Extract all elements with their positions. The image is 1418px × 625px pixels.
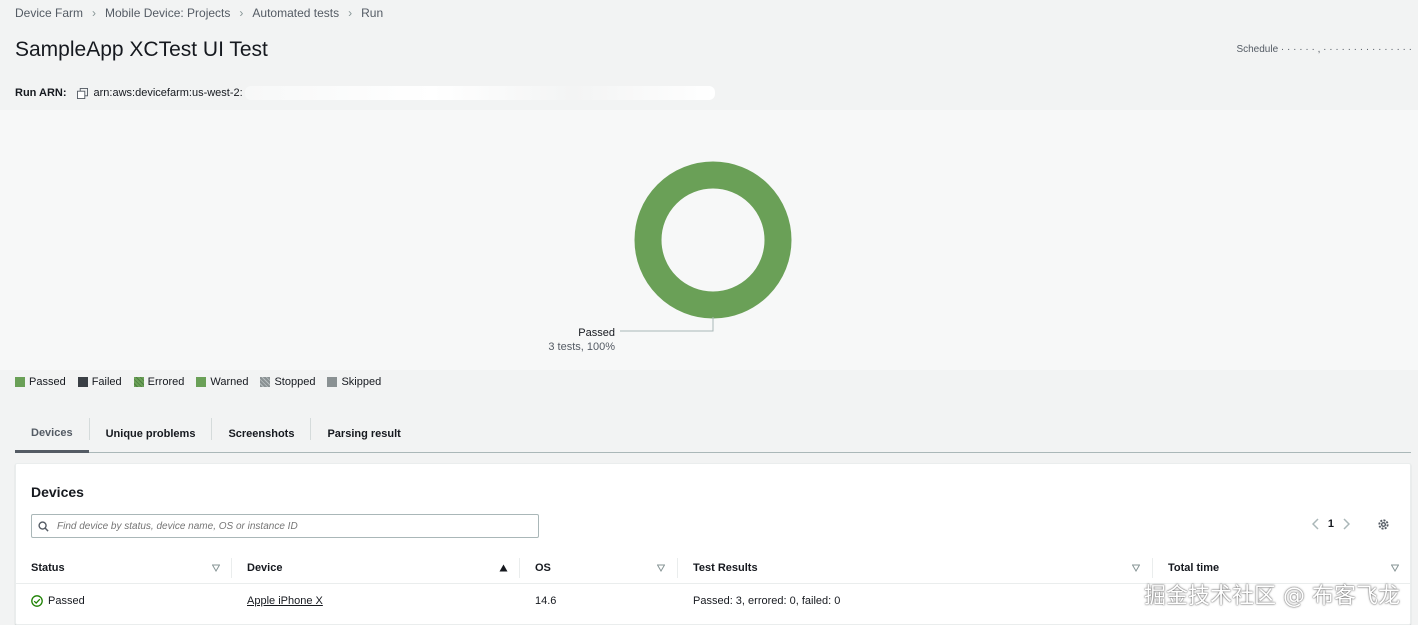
page-title: SampleApp XCTest UI Test	[15, 38, 268, 61]
pagination: 1	[1311, 518, 1350, 530]
column-divider	[231, 558, 232, 578]
legend-label: Failed	[91, 376, 122, 388]
chevron-right-icon: ›	[239, 6, 244, 20]
schedule-info: Schedule · · · · · · , · · · · · · · · ·…	[1236, 44, 1412, 55]
results-tabs: Devices Unique problems Screenshots Pars…	[15, 416, 1411, 453]
tab-parsing-result[interactable]: Parsing result	[311, 416, 416, 452]
column-status[interactable]: Status	[31, 552, 65, 584]
legend-item-warned[interactable]: Warned	[196, 376, 248, 388]
column-divider	[677, 558, 678, 578]
donut-leader-line	[620, 317, 714, 332]
chevron-right-icon: ›	[348, 6, 353, 20]
legend-item-failed[interactable]: Failed	[77, 376, 122, 388]
device-search-box[interactable]	[31, 514, 539, 538]
os-cell: 14.6	[535, 595, 557, 607]
results-cell: Passed: 3, errored: 0, failed: 0	[693, 595, 841, 607]
column-os[interactable]: OS	[535, 552, 551, 584]
legend-item-passed[interactable]: Passed	[15, 376, 66, 388]
legend-item-errored[interactable]: Errored	[133, 376, 185, 388]
filter-caret-icon[interactable]	[1132, 564, 1140, 572]
status-text: Passed	[48, 595, 85, 607]
donut-label: Passed	[578, 327, 615, 339]
chevron-right-icon[interactable]	[1342, 518, 1350, 530]
column-divider	[519, 558, 520, 578]
breadcrumb-projects[interactable]: Mobile Device: Projects	[105, 6, 230, 20]
column-device[interactable]: Device	[247, 552, 282, 584]
legend-label: Warned	[210, 376, 249, 388]
tab-devices[interactable]: Devices	[15, 416, 89, 453]
donut-passed-slice[interactable]	[634, 161, 792, 319]
column-test-results[interactable]: Test Results	[693, 552, 758, 584]
filter-caret-icon[interactable]	[212, 564, 220, 572]
page-number[interactable]: 1	[1328, 518, 1334, 530]
watermark-text: 掘金技术社区 @ 布客飞龙	[1144, 584, 1400, 609]
legend-label: Errored	[147, 376, 185, 388]
device-link[interactable]: Apple iPhone X	[247, 595, 323, 607]
column-divider	[1152, 558, 1153, 578]
results-donut-chart: Passed 3 tests, 100%	[548, 161, 792, 353]
run-arn-value: arn:aws:devicefarm:us-west-2:	[93, 87, 243, 99]
filter-caret-icon[interactable]	[657, 564, 665, 572]
legend-label: Stopped	[274, 376, 316, 388]
legend-label: Passed	[29, 376, 66, 388]
device-cell: Apple iPhone X	[247, 585, 323, 617]
legend-swatch	[327, 377, 338, 387]
run-arn-row: Run ARN: arn:aws:devicefarm:us-west-2:	[15, 86, 715, 100]
search-icon	[38, 520, 49, 532]
run-arn-label: Run ARN:	[15, 87, 67, 99]
tab-screenshots[interactable]: Screenshots	[212, 416, 310, 452]
legend-item-skipped[interactable]: Skipped	[327, 376, 381, 388]
legend-label: Skipped	[341, 376, 382, 388]
legend-swatch	[15, 377, 25, 387]
breadcrumb-device-farm[interactable]: Device Farm	[15, 6, 83, 20]
chevron-left-icon[interactable]	[1311, 518, 1320, 530]
tab-unique-problems[interactable]: Unique problems	[90, 416, 212, 452]
legend-item-stopped[interactable]: Stopped	[260, 376, 315, 388]
breadcrumb-automated-tests[interactable]: Automated tests	[252, 6, 339, 20]
redacted-area	[244, 86, 715, 100]
gear-icon[interactable]	[1377, 518, 1390, 531]
legend-swatch	[260, 377, 271, 387]
status-cell: Passed	[31, 585, 85, 617]
breadcrumb: Device Farm › Mobile Device: Projects › …	[15, 6, 383, 20]
results-chart-panel: Passed 3 tests, 100%	[0, 110, 1418, 370]
legend-swatch	[196, 377, 207, 387]
copy-icon[interactable]	[76, 87, 88, 99]
legend-swatch	[77, 377, 88, 387]
donut-sublabel: 3 tests, 100%	[548, 341, 615, 353]
devices-title: Devices	[31, 484, 84, 500]
chevron-right-icon: ›	[92, 6, 97, 20]
legend-swatch	[133, 377, 144, 387]
filter-caret-icon[interactable]	[1391, 564, 1399, 572]
sort-ascending-icon[interactable]	[499, 564, 508, 572]
device-search-input[interactable]	[55, 519, 525, 533]
breadcrumb-run: Run	[361, 6, 384, 20]
check-circle-icon	[31, 595, 43, 607]
chart-legend: Passed Failed Errored Warned Stopped Ski…	[15, 376, 393, 388]
